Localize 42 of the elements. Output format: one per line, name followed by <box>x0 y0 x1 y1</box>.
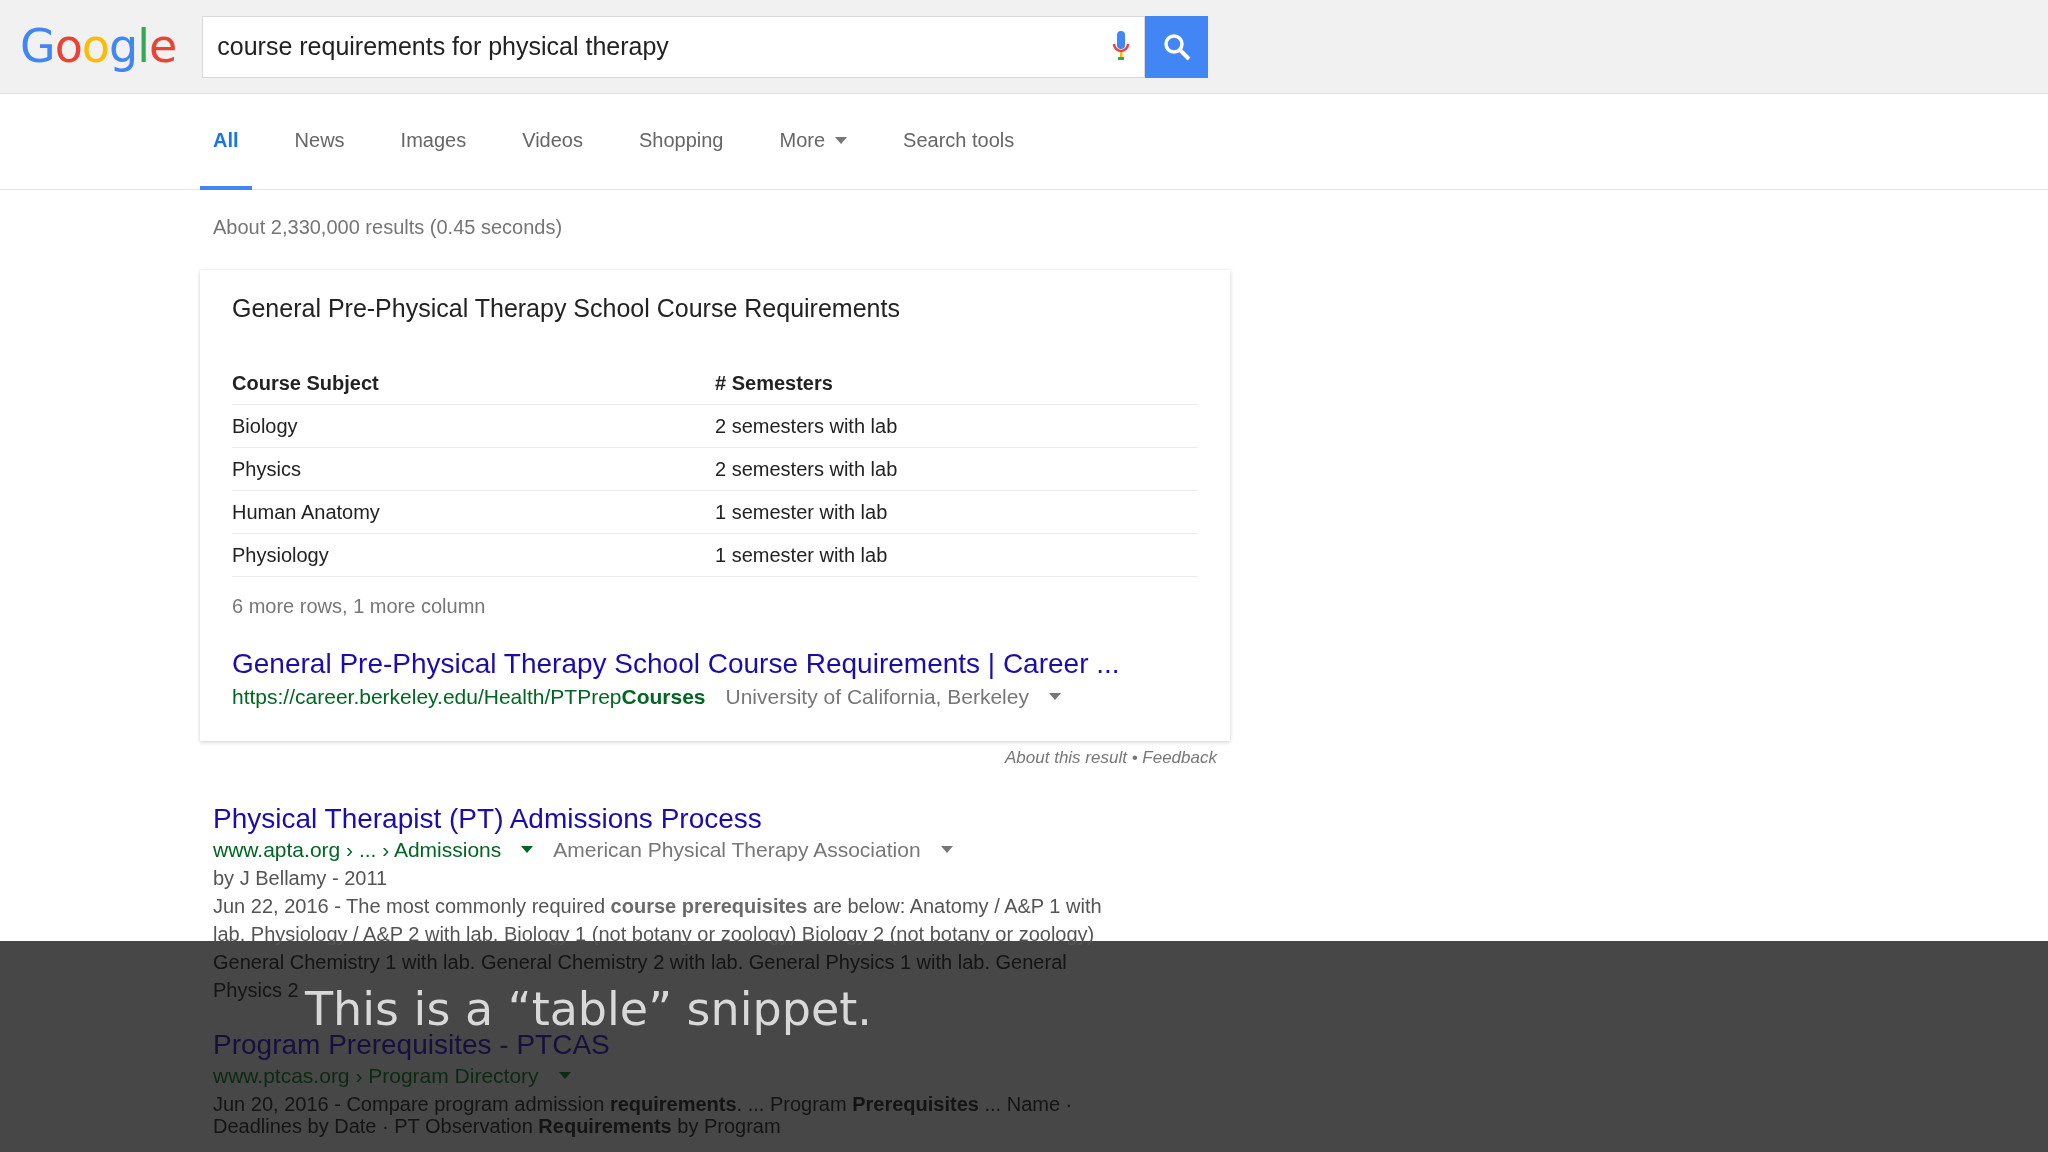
column-header: Course Subject <box>232 361 715 404</box>
breadcrumb: www.apta.org › ... › Admissions <box>213 836 502 863</box>
result-title-link[interactable]: Physical Therapist (PT) Admissions Process <box>213 802 762 834</box>
table-cell: Human Anatomy <box>232 490 715 533</box>
tab[interactable]: All <box>200 94 252 190</box>
search-field[interactable]: course requirements for physical therapy <box>202 15 1146 78</box>
separator-dot: • <box>1130 748 1139 767</box>
more-rows-link[interactable]: 6 more rows, 1 more column <box>232 590 1198 621</box>
byline: by J Bellamy - 2011 <box>213 865 389 891</box>
caret-icon <box>835 136 848 144</box>
tab[interactable]: Search tools <box>890 94 1028 190</box>
more-menu[interactable]: More <box>766 94 861 190</box>
tab[interactable]: Shopping <box>625 94 737 190</box>
result-title-link[interactable]: General Pre-Physical Therapy School Course Requirements | Career ... <box>232 647 1120 679</box>
feedback-link[interactable]: About this result <box>1005 748 1127 767</box>
tab[interactable]: Images <box>387 94 480 190</box>
tab[interactable]: News <box>281 94 358 190</box>
snippet-title: General Pre-Physical Therapy School Course Requirements <box>232 293 901 324</box>
result-url: https://career.berkeley.edu/Health/PTPrepCourses <box>232 683 706 710</box>
dropdown-caret-icon[interactable] <box>940 846 953 853</box>
dropdown-caret-icon[interactable] <box>1048 692 1061 700</box>
snippet-line: Jun 22, 2016 - The most commonly required course prerequisites are below: Anatomy / A&P 1 with <box>213 893 1103 919</box>
source-name: University of California, Berkeley <box>725 683 1029 710</box>
table-cell: 2 semesters with lab <box>715 404 1198 447</box>
result-stats: About 2,330,000 results (0.45 seconds) <box>213 215 564 240</box>
column-header: # Semesters <box>715 361 1198 404</box>
feedback-link[interactable]: Feedback <box>1142 748 1217 767</box>
search-button[interactable] <box>1145 15 1209 78</box>
microphone-icon[interactable] <box>1112 30 1131 63</box>
table-cell: Biology <box>232 404 715 447</box>
search-icon <box>1162 32 1191 61</box>
snippet-line: lab. Physiology / A&P 2 with lab. Biology 1 (not botany or zoology) Biology 2 (not botany or zoology) <box>213 921 1096 947</box>
dropdown-caret-icon[interactable] <box>521 846 534 853</box>
google-logo[interactable]: Google <box>20 20 177 73</box>
table-cell: 1 semester with lab <box>715 490 1198 533</box>
breadcrumb: www.ptcas.org › Program Directory <box>213 1062 539 1089</box>
table-cell: 1 semester with lab <box>715 533 1198 576</box>
table-cell: Physics <box>232 447 715 490</box>
table-cell: Physiology <box>232 533 715 576</box>
table-cell: 2 semesters with lab <box>715 447 1198 490</box>
source-name: American Physical Therapy Association <box>553 836 921 863</box>
tab[interactable]: Videos <box>509 94 596 190</box>
